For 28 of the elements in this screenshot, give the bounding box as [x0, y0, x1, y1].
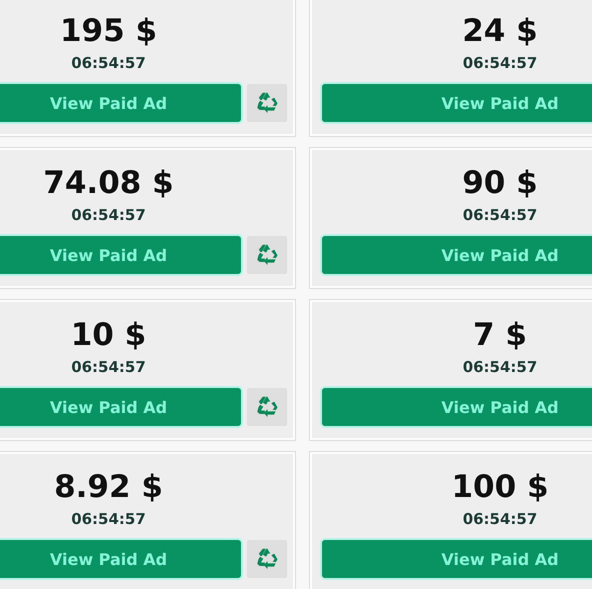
- countdown-time: 06:54:57: [71, 509, 146, 529]
- ad-amount: 74.08 $: [43, 164, 174, 202]
- countdown-time: 06:54:57: [71, 357, 146, 377]
- view-ad-button[interactable]: View Paid Ad: [0, 540, 241, 578]
- recycle-button[interactable]: [247, 84, 287, 122]
- countdown-time: 06:54:57: [462, 357, 538, 377]
- ad-amount: 10 $: [70, 316, 146, 354]
- recycle-button[interactable]: [247, 388, 287, 426]
- ad-amount: 100 $: [451, 468, 549, 506]
- countdown-time: 06:54:57: [462, 509, 538, 529]
- ad-amount: 8.92 $: [54, 468, 163, 506]
- countdown-time: 06:54:57: [71, 205, 146, 225]
- view-ad-button[interactable]: View Paid Ad: [322, 236, 592, 274]
- ad-amount: 7 $: [473, 316, 527, 354]
- countdown-time: 06:54:57: [462, 53, 538, 73]
- view-ad-button[interactable]: View Paid Ad: [322, 388, 592, 426]
- view-ad-button[interactable]: View Paid Ad: [0, 84, 241, 122]
- countdown-time: 06:54:57: [71, 53, 146, 73]
- view-ad-button[interactable]: View Paid Ad: [0, 236, 241, 274]
- view-ad-button[interactable]: View Paid Ad: [322, 84, 592, 122]
- ad-amount: 195 $: [60, 12, 158, 50]
- countdown-time: 06:54:57: [462, 205, 538, 225]
- view-ad-button[interactable]: View Paid Ad: [0, 388, 241, 426]
- recycle-button[interactable]: [247, 540, 287, 578]
- view-ad-button[interactable]: View Paid Ad: [322, 540, 592, 578]
- recycle-button[interactable]: [247, 236, 287, 274]
- ad-amount: 24 $: [462, 12, 538, 50]
- ad-amount: 90 $: [462, 164, 538, 202]
